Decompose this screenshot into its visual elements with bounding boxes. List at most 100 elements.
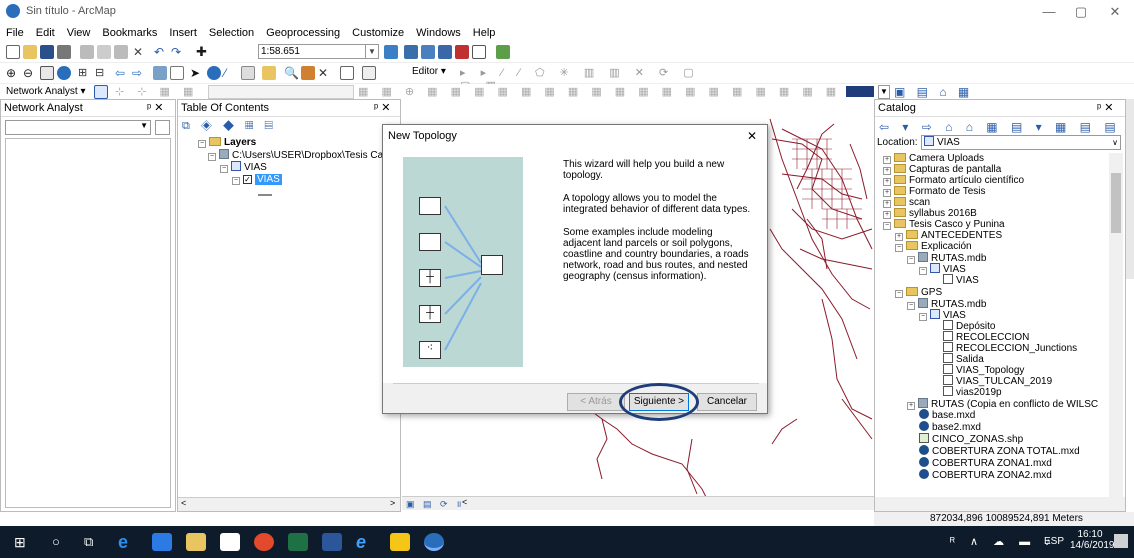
- network-analyst-tree[interactable]: [5, 138, 171, 508]
- back-button[interactable]: < Atrás: [567, 393, 625, 411]
- network-tools-group[interactable]: ⊹ ⊹ ▦ ▦: [115, 85, 198, 98]
- menu-view[interactable]: View: [61, 24, 97, 42]
- location-dropdown[interactable]: VIAS ∨: [921, 135, 1121, 150]
- model-builder-icon[interactable]: [496, 45, 510, 59]
- word-icon[interactable]: [322, 533, 342, 551]
- expand-icon[interactable]: +: [883, 200, 891, 208]
- visibility-checkbox[interactable]: ✓: [243, 175, 252, 184]
- menu-selection[interactable]: Selection: [203, 24, 260, 42]
- catalog-item[interactable]: VIAS: [956, 275, 979, 286]
- collapse-icon[interactable]: −: [883, 222, 891, 230]
- scroll-left-icon[interactable]: <: [181, 498, 186, 508]
- editor-menu[interactable]: Editor ▾: [412, 66, 446, 77]
- arctoolbox-icon[interactable]: [455, 45, 469, 59]
- expand-icon[interactable]: +: [883, 167, 891, 175]
- catalog-item[interactable]: COBERTURA ZONA1.mxd: [932, 458, 1052, 469]
- copy-icon[interactable]: [97, 45, 111, 59]
- catalog-item[interactable]: Formato artículo científico: [909, 175, 1024, 186]
- catalog-hscrollbar[interactable]: [875, 497, 1125, 511]
- file-explorer-icon[interactable]: [152, 533, 172, 551]
- save-icon[interactable]: [40, 45, 54, 59]
- menu-customize[interactable]: Customize: [346, 24, 410, 42]
- catalog-tools-group[interactable]: ▣ ▤ ⌂ ▦: [894, 85, 973, 99]
- catalog-item[interactable]: ANTECEDENTES: [921, 230, 1002, 241]
- html-popup-icon[interactable]: [241, 66, 255, 80]
- expand-icon[interactable]: +: [883, 211, 891, 219]
- clear-selection-icon[interactable]: [170, 66, 184, 80]
- topology-tools-group[interactable]: ▦ ▦ ⊕ ▦ ▦ ▦ ▦ ▦ ▦ ▦ ▦ ▦ ▦ ▦ ▦ ▦ ▦ ▦ ▦ ▦ …: [358, 85, 848, 98]
- expand-icon[interactable]: +: [895, 233, 903, 241]
- time-slider-icon[interactable]: [340, 66, 354, 80]
- catalog-item[interactable]: base.mxd: [932, 410, 975, 421]
- network-dataset-dropdown[interactable]: [208, 85, 354, 99]
- catalog-item[interactable]: GPS: [921, 287, 942, 298]
- menu-windows[interactable]: Windows: [410, 24, 467, 42]
- internet-explorer-icon[interactable]: e: [356, 533, 376, 551]
- scroll-thumb[interactable]: [1111, 173, 1121, 233]
- paste-icon[interactable]: [114, 45, 128, 59]
- delete-icon[interactable]: ✕: [131, 45, 145, 59]
- catalog-item[interactable]: vias2019p: [956, 387, 1002, 398]
- menu-edit[interactable]: Edit: [30, 24, 61, 42]
- close-button[interactable]: ✕: [1100, 2, 1130, 22]
- menu-insert[interactable]: Insert: [163, 24, 203, 42]
- expand-icon[interactable]: +: [883, 189, 891, 197]
- catalog-window-icon[interactable]: [421, 45, 435, 59]
- toc-hscrollbar[interactable]: < >: [178, 497, 400, 511]
- collapse-icon[interactable]: −: [919, 313, 927, 321]
- toc-window-icon[interactable]: [404, 45, 418, 59]
- color-swatch[interactable]: [846, 86, 874, 97]
- catalog-item[interactable]: COBERTURA ZONA2.mxd: [932, 470, 1052, 481]
- catalog-item[interactable]: Explicación: [921, 241, 972, 252]
- find-route-icon[interactable]: [301, 66, 315, 80]
- toc-close[interactable]: ᵖ ✕: [374, 100, 390, 117]
- catalog-item[interactable]: Capturas de pantalla: [909, 164, 1001, 175]
- toc-layers[interactable]: Layers: [224, 137, 256, 148]
- chrome-icon[interactable]: [254, 533, 274, 551]
- edge-icon[interactable]: e: [118, 533, 138, 551]
- zoom-in-icon[interactable]: ⊕: [6, 66, 20, 80]
- expand-icon[interactable]: +: [883, 156, 891, 164]
- layout-view-buttons[interactable]: ▣ ▤ ⟳ ॥: [406, 497, 464, 510]
- network-panel-close[interactable]: ᵖ ✕: [147, 100, 163, 117]
- select-elements-icon[interactable]: ➤: [190, 66, 204, 80]
- menu-help[interactable]: Help: [467, 24, 502, 42]
- system-tray-icons[interactable]: ᴿ ∧ ☁ ▬ ♪: [950, 535, 1057, 548]
- mail-icon[interactable]: [220, 533, 240, 551]
- hyperlink-icon[interactable]: ⁄: [224, 66, 238, 80]
- clock[interactable]: 16:10 14/6/2019: [1070, 529, 1115, 551]
- store-icon[interactable]: [186, 533, 206, 551]
- search-icon[interactable]: ○: [52, 533, 72, 551]
- fixed-zoom-in-icon[interactable]: ⊞: [78, 66, 92, 80]
- python-icon[interactable]: [472, 45, 486, 59]
- network-properties-icon[interactable]: [155, 120, 170, 135]
- toc-layer-vias[interactable]: VIAS: [255, 174, 282, 185]
- pan-icon[interactable]: [40, 66, 54, 80]
- full-extent-icon[interactable]: [57, 66, 71, 80]
- network-analyst-menu[interactable]: Network Analyst ▾: [6, 86, 86, 97]
- editor-toolbar-icon[interactable]: [384, 45, 398, 59]
- catalog-close[interactable]: ᵖ ✕: [1097, 100, 1113, 117]
- collapse-icon[interactable]: −: [907, 256, 915, 264]
- redo-icon[interactable]: ↷: [171, 45, 185, 59]
- task-view-icon[interactable]: ⧉: [84, 533, 104, 551]
- identify-icon[interactable]: [207, 66, 221, 80]
- collapse-icon[interactable]: −: [919, 267, 927, 275]
- new-icon[interactable]: [6, 45, 20, 59]
- windows-start-icon[interactable]: ⊞: [14, 533, 34, 551]
- catalog-item[interactable]: COBERTURA ZONA TOTAL.mxd: [932, 446, 1080, 457]
- toc-group-vias[interactable]: VIAS: [244, 162, 267, 173]
- editor-tools-group[interactable]: ▸ ▸ ⁄ ⁄ ⬠ ✳ ▥ ▥ ✕ ⟳ ▢ ▢ ▥: [460, 66, 720, 92]
- collapse-icon[interactable]: −: [895, 244, 903, 252]
- language-indicator[interactable]: ESP: [1044, 536, 1064, 547]
- create-viewer-icon[interactable]: [362, 66, 376, 80]
- catalog-item[interactable]: Formato de Tesis: [909, 186, 986, 197]
- cut-icon[interactable]: [80, 45, 94, 59]
- toc-workspace-path[interactable]: C:\Users\USER\Dropbox\Tesis Casco: [232, 150, 399, 161]
- collapse-icon[interactable]: −: [232, 177, 240, 185]
- toc-view-buttons[interactable]: ⧉ ◈ ◆ ▦ ▤: [182, 120, 277, 133]
- catalog-vscrollbar[interactable]: [1109, 153, 1123, 497]
- back-extent-icon[interactable]: ⇦: [115, 66, 129, 80]
- catalog-item[interactable]: CINCO_ZONAS.shp: [932, 434, 1023, 445]
- scale-input[interactable]: 1:58.651: [258, 44, 366, 59]
